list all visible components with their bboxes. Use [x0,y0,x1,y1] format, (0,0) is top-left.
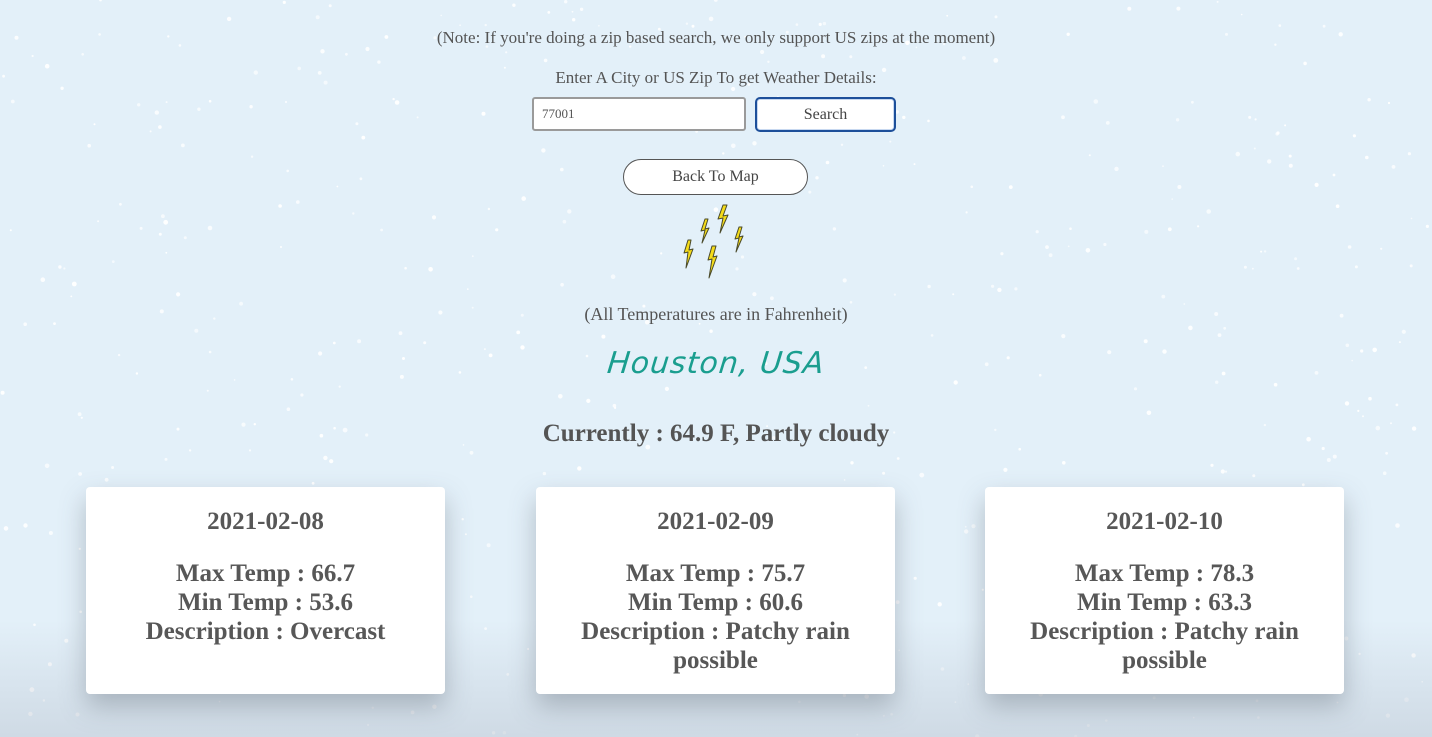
back-to-map-button[interactable]: Back To Map [623,159,808,195]
forecast-card: 2021-02-10 Max Temp : 78.3 Min Temp : 63… [985,487,1344,694]
min-temp: Min Temp : 63.3 [1076,589,1253,616]
units-note: (All Temperatures are in Fahrenheit) [584,304,848,324]
city-name: Houston, USA [605,346,827,381]
forecast-date: 2021-02-08 [207,508,324,535]
forecast-card: 2021-02-08 Max Temp : 66.7 Min Temp : 53… [86,487,445,694]
max-temp: Max Temp : 75.7 [625,560,806,587]
search-button[interactable]: Search [755,97,896,132]
forecast-description: Description : Overcast [145,618,386,645]
max-temp: Max Temp : 78.3 [1074,560,1255,587]
forecast-description: Description : Patchy rain possible [1030,618,1299,674]
forecast-date: 2021-02-10 [1106,508,1223,535]
zip-support-note: (Note: If you're doing a zip based searc… [436,28,996,47]
current-conditions: Currently : 64.9 F, Partly cloudy [542,420,890,447]
search-prompt: Enter A City or US Zip To get Weather De… [555,68,877,87]
min-temp: Min Temp : 53.6 [177,589,354,616]
max-temp: Max Temp : 66.7 [175,560,356,587]
lightning-bolts-icon [683,204,744,279]
search-input[interactable] [532,97,746,131]
forecast-date: 2021-02-09 [657,508,774,535]
min-temp: Min Temp : 60.6 [627,589,804,616]
forecast-card: 2021-02-09 Max Temp : 75.7 Min Temp : 60… [536,487,895,694]
forecast-description: Description : Patchy rain possible [581,618,850,674]
